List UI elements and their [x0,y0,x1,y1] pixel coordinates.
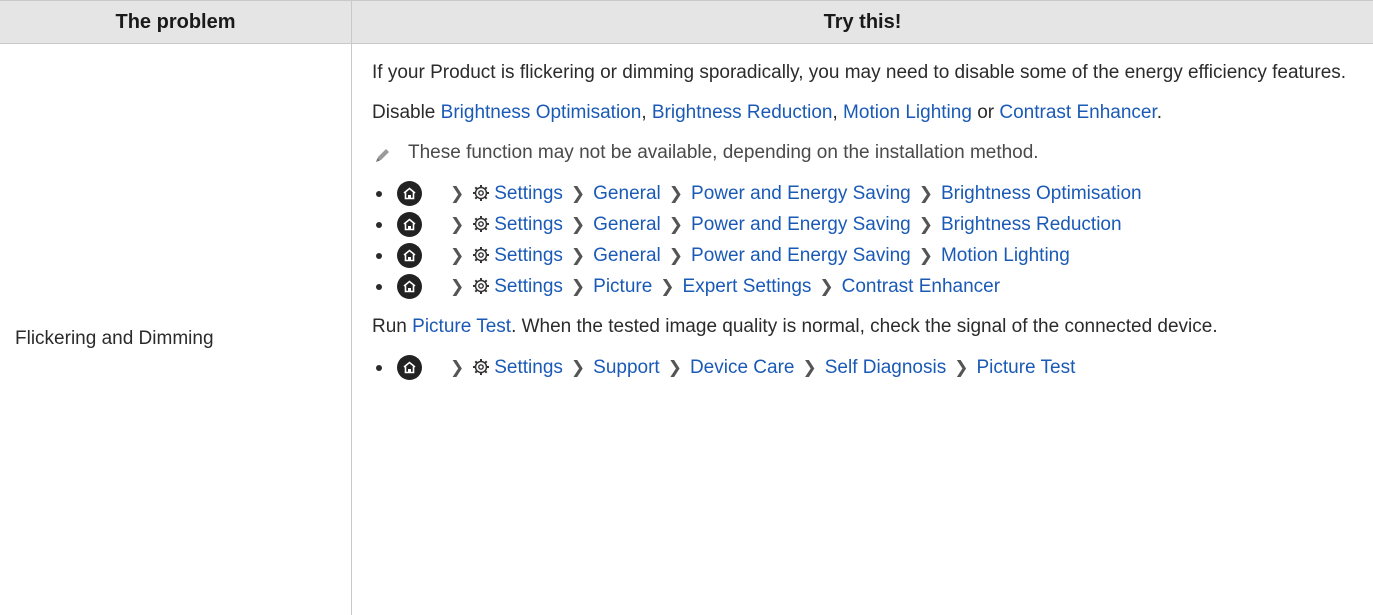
disable-prefix: Disable [372,102,441,123]
troubleshooting-table: The problem Try this! Flickering and Dim… [0,0,1373,615]
chevron-right-icon: ❯ [450,246,465,265]
link-brightness-reduction[interactable]: Brightness Reduction [652,102,833,123]
disable-suffix: . [1156,102,1163,123]
chevron-right-icon: ❯ [450,215,465,234]
solution-cell: If your Product is flickering or dimming… [372,58,1357,383]
menu-path-step[interactable]: General [593,245,661,266]
note: These function may not be available, dep… [372,138,1357,168]
run-suffix: . When the tested image quality is norma… [511,316,1218,337]
menu-path-step[interactable]: Self Diagnosis [825,357,946,378]
disable-sep3: or [971,102,1000,123]
path-bullet: ❯ Settings ❯ General ❯ Power and Energy Savin… [372,178,1357,209]
path-bullet: ❯ Settings ❯ General ❯ Power and Energy Savin… [372,240,1357,271]
chevron-right-icon: ❯ [450,184,465,203]
link-contrast-enhancer[interactable]: Contrast Enhancer [999,102,1156,123]
home-icon [397,274,422,299]
column-divider [351,0,352,615]
bullet-dot [376,253,382,259]
menu-path-step[interactable]: Power and Energy Saving [691,214,911,235]
chevron-right-icon: ❯ [570,246,586,265]
link-picture-test[interactable]: Picture Test [412,316,511,337]
chevron-right-icon: ❯ [450,358,465,377]
menu-path-step[interactable]: Settings [494,183,563,204]
chevron-right-icon: ❯ [660,277,675,296]
menu-path-step[interactable]: Settings [494,357,563,378]
chevron-right-icon: ❯ [918,184,933,203]
picture-test-paragraph: Run Picture Test. When the tested image … [372,312,1357,342]
disable-sep2: , [832,102,844,123]
chevron-right-icon: ❯ [668,246,684,265]
disable-paragraph: Disable Brightness Optimisation, Brightn… [372,98,1357,128]
bullet-dot [376,191,382,197]
menu-path: ❯ Settings ❯ General ❯ Power and Energy Savin… [422,209,1122,243]
menu-path-step[interactable]: Contrast Enhancer [842,276,1000,297]
bullet-dot [376,365,382,371]
chevron-right-icon: ❯ [954,358,969,377]
menu-path: ❯ Settings ❯ Picture ❯ Expert Settings ❯ Contra… [422,271,1000,305]
link-brightness-optimisation[interactable]: Brightness Optimisation [441,102,642,123]
run-prefix: Run [372,316,413,337]
menu-path: ❯ Settings ❯ General ❯ Power and Energy Savin… [422,240,1070,274]
bullet-dot [376,284,382,290]
home-icon [397,243,422,268]
home-icon [397,212,422,237]
link-motion-lighting[interactable]: Motion Lighting [843,102,972,123]
path-bullet: ❯ Settings ❯ General ❯ Power and Energy Savin… [372,209,1357,240]
note-text: These function may not be available, dep… [408,142,1039,163]
header-try-this: Try this! [823,11,902,33]
path-bullet: ❯ Settings ❯ Picture ❯ Expert Settings ❯ Contra… [372,271,1357,302]
chevron-right-icon: ❯ [570,215,586,234]
chevron-right-icon: ❯ [450,277,465,296]
chevron-right-icon: ❯ [668,184,684,203]
gear-icon [472,181,490,212]
pencil-icon [374,144,392,162]
menu-path-step[interactable]: General [593,214,661,235]
chevron-right-icon: ❯ [918,215,933,234]
menu-path-step[interactable]: Motion Lighting [941,245,1070,266]
chevron-right-icon: ❯ [918,246,933,265]
menu-path: ❯ Settings ❯ General ❯ Power and Energy Savin… [422,178,1142,212]
settings-path-list: ❯ Settings ❯ General ❯ Power and Energy Savin… [372,178,1357,302]
menu-path: ❯ Settings ❯ Support ❯ Device Care ❯ Self Diagn… [422,352,1075,386]
menu-path-step[interactable]: Power and Energy Saving [691,183,911,204]
problem-cell: Flickering and Dimming [15,328,214,349]
chevron-right-icon: ❯ [570,184,586,203]
gear-icon [472,243,490,274]
chevron-right-icon: ❯ [570,277,586,296]
menu-path-step[interactable]: Brightness Reduction [941,214,1122,235]
path-bullet: ❯ Settings ❯ Support ❯ Device Care ❯ Self Diagn… [372,352,1357,383]
chevron-right-icon: ❯ [667,358,682,377]
chevron-right-icon: ❯ [802,358,817,377]
menu-path-step[interactable]: Settings [494,214,563,235]
menu-path-step[interactable]: Power and Energy Saving [691,245,911,266]
chevron-right-icon: ❯ [668,215,684,234]
home-icon [397,181,422,206]
chevron-right-icon: ❯ [570,358,586,377]
header-problem: The problem [115,11,236,33]
menu-path-step[interactable]: Support [593,357,660,378]
intro-paragraph: If your Product is flickering or dimming… [372,62,1347,83]
menu-path-step[interactable]: Settings [494,276,563,297]
gear-icon [472,212,490,243]
disable-sep1: , [641,102,652,123]
menu-path-step[interactable]: Picture [593,276,652,297]
gear-icon [472,355,490,386]
menu-path-step[interactable]: Settings [494,245,563,266]
menu-path-step[interactable]: Expert Settings [683,276,812,297]
menu-path-step[interactable]: Device Care [690,357,795,378]
table-header: The problem Try this! [0,0,1373,44]
home-icon [397,355,422,380]
bullet-dot [376,222,382,228]
picture-test-path-list: ❯ Settings ❯ Support ❯ Device Care ❯ Self Diagn… [372,352,1357,383]
menu-path-step[interactable]: Picture Test [976,357,1075,378]
menu-path-step[interactable]: Brightness Optimisation [941,183,1142,204]
menu-path-step[interactable]: General [593,183,661,204]
chevron-right-icon: ❯ [819,277,834,296]
gear-icon [472,274,490,305]
